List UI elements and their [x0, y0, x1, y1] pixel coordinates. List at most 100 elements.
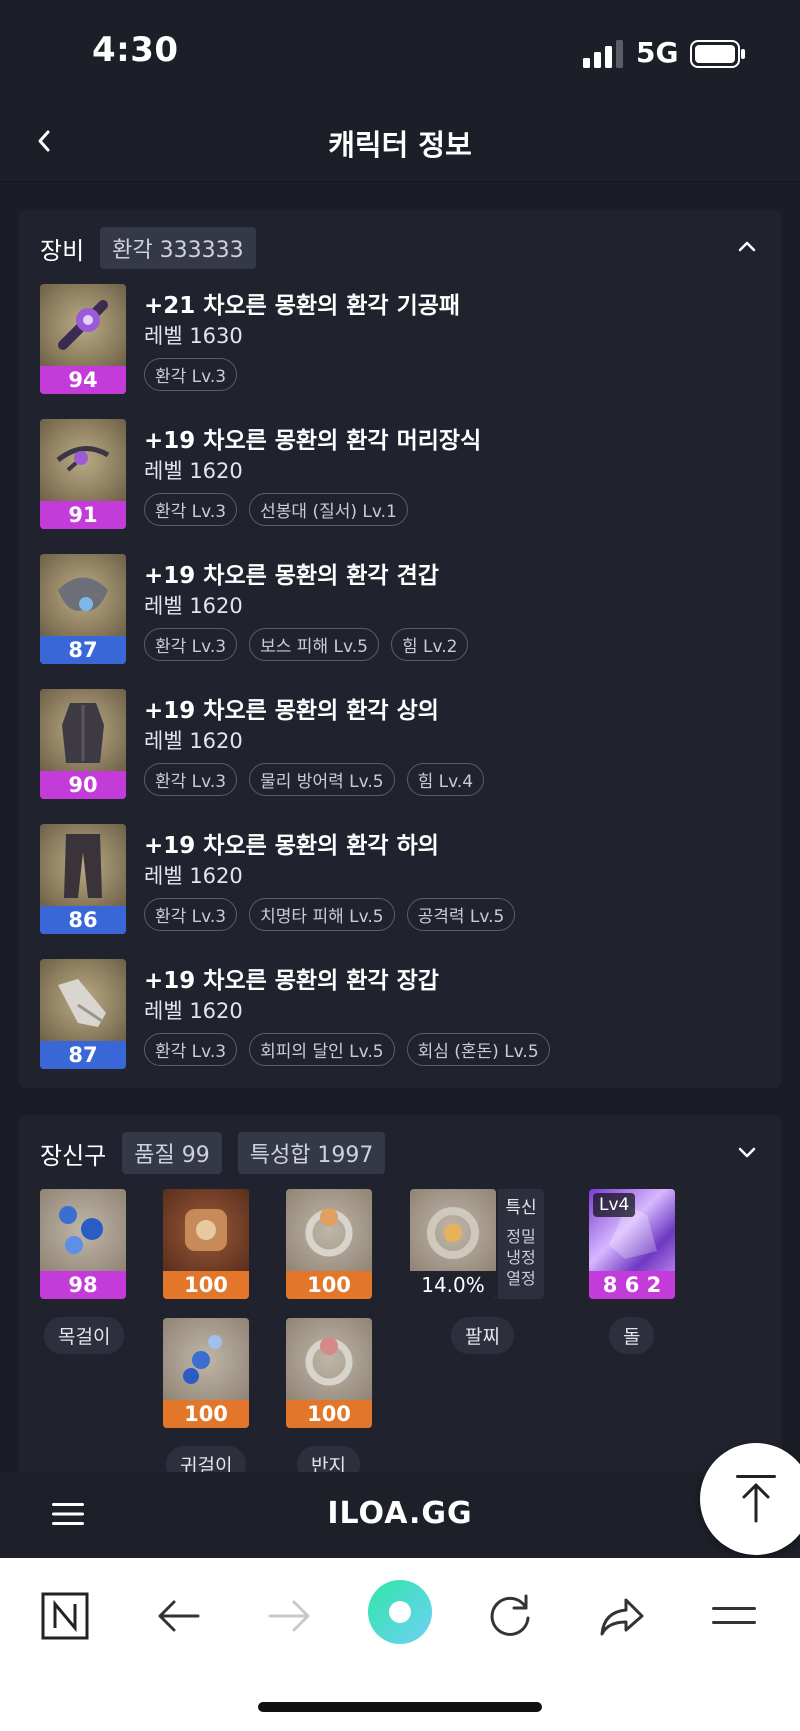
item-name: +19 차오른 몽환의 환각 견갑: [144, 563, 439, 589]
quality-badge: 94: [40, 366, 126, 394]
app-bottom-bar: ILOA.GG: [0, 1472, 800, 1558]
equipment-thumbnail: 86: [40, 824, 126, 934]
equipment-title: 장비: [40, 236, 85, 265]
quality-badge: 87: [40, 1041, 126, 1069]
stone-level: Lv4: [593, 1193, 636, 1217]
chest-armor-icon: [62, 703, 104, 763]
equipment-item-gloves[interactable]: 87 +19 차오른 몽환의 환각 장갑 레벨 1620 환각 Lv.3 회피의…: [40, 959, 760, 1071]
chevron-down-icon[interactable]: [734, 1139, 760, 1165]
refresh-icon[interactable]: [482, 1588, 538, 1644]
item-name: +19 차오른 몽환의 환각 상의: [144, 698, 439, 724]
accessory-thumbnail: 98: [40, 1189, 126, 1299]
quality-badge: 90: [40, 771, 126, 799]
back-icon[interactable]: [150, 1588, 206, 1644]
accessory-thumbnail: 100: [286, 1189, 372, 1299]
quality-badge: 91: [40, 501, 126, 529]
quality-sum-badge: 품질 99: [122, 1132, 222, 1174]
page-header: 캐릭터 정보: [0, 100, 800, 182]
accessory-ring-1[interactable]: 100: [286, 1189, 372, 1299]
forward-icon[interactable]: [262, 1588, 318, 1644]
quality-badge: 98: [40, 1271, 126, 1299]
helmet-icon: [56, 446, 110, 472]
accessory-thumbnail: 100: [286, 1318, 372, 1428]
accessories-title: 장신구: [40, 1141, 107, 1170]
equipment-item-pants[interactable]: 86 +19 차오른 몽환의 환각 하의 레벨 1620 환각 Lv.3 치명타…: [40, 824, 760, 936]
equipment-thumbnail: 90: [40, 689, 126, 799]
accessory-earring-2[interactable]: 100: [163, 1318, 249, 1428]
equipment-item-chest[interactable]: 90 +19 차오른 몽환의 환각 상의 레벨 1620 환각 Lv.3 물리 …: [40, 689, 760, 801]
quality-badge: 100: [163, 1271, 249, 1299]
bracelet-stat: 특신: [505, 1198, 537, 1218]
item-level: 레벨 1620: [144, 594, 243, 618]
accessory-thumbnail: 14.0%: [410, 1189, 496, 1299]
item-name: +19 차오른 몽환의 환각 장갑: [144, 968, 439, 994]
accessory-stone[interactable]: Lv4 8 6 2: [589, 1189, 675, 1299]
item-level: 레벨 1630: [144, 324, 243, 348]
network-type: 5G: [636, 36, 679, 69]
item-tag: 공격력 Lv.5: [406, 898, 516, 931]
necklace-label: 목걸이: [44, 1317, 125, 1354]
stone-value: 8 6 2: [589, 1271, 675, 1299]
signal-icon: [583, 40, 623, 68]
item-tag: 보스 피해 Lv.5: [249, 628, 379, 661]
item-tag: 환각 Lv.3: [144, 898, 238, 931]
share-icon[interactable]: [594, 1588, 650, 1644]
shoulder-icon: [58, 577, 108, 611]
accessory-necklace[interactable]: 98: [40, 1189, 126, 1299]
ring-icon: [305, 1208, 353, 1257]
arrow-up-icon: [736, 1475, 776, 1523]
item-tag: 환각 Lv.3: [144, 358, 238, 391]
bracelet-stats: 특신 정밀 냉정 열정: [498, 1189, 544, 1299]
accessories-header: 장신구 품질 99 특성합 1997: [40, 1132, 386, 1174]
bracelet-stat: 정밀: [506, 1227, 536, 1246]
equipment-item-shoulder[interactable]: 87 +19 차오른 몽환의 환각 견갑 레벨 1620 환각 Lv.3 보스 …: [40, 554, 760, 666]
accessory-ring-2[interactable]: 100: [286, 1318, 372, 1428]
status-bar: 4:30 5G: [0, 0, 800, 100]
item-tag: 힘 Lv.4: [406, 763, 485, 796]
item-tag: 회심 (혼돈) Lv.5: [406, 1033, 550, 1066]
menu-icon[interactable]: [706, 1588, 762, 1644]
bracelet-percent: 14.0%: [410, 1271, 496, 1299]
naver-home-icon[interactable]: [37, 1588, 93, 1644]
stats-sum-badge: 특성합 1997: [237, 1132, 386, 1174]
page-title: 캐릭터 정보: [328, 128, 472, 162]
item-tag: 치명타 피해 Lv.5: [249, 898, 395, 931]
item-tag: 환각 Lv.3: [144, 493, 238, 526]
quality-badge: 100: [286, 1271, 372, 1299]
pants-icon: [64, 834, 102, 898]
equipment-thumbnail: 91: [40, 419, 126, 529]
accessory-thumbnail: 100: [163, 1189, 249, 1299]
quality-badge: 100: [286, 1400, 372, 1428]
clock: 4:30: [92, 30, 179, 70]
earring-icon: [183, 1335, 222, 1384]
scroll-to-top-button[interactable]: [700, 1443, 800, 1555]
bracelet-stat: 냉정: [506, 1248, 536, 1267]
equipment-item-helmet[interactable]: 91 +19 차오른 몽환의 환각 머리장식 레벨 1620 환각 Lv.3 선…: [40, 419, 760, 531]
equipment-thumbnail: 94: [40, 284, 126, 394]
item-tag: 환각 Lv.3: [144, 1033, 238, 1066]
bracelet-label: 팔찌: [451, 1317, 514, 1354]
chevron-up-icon[interactable]: [734, 234, 760, 260]
necklace-icon: [59, 1206, 103, 1254]
item-level: 레벨 1620: [144, 459, 243, 483]
equipment-section: 장비 환각 333333 94 +21 차오른 몽환의 환각 기공패 레벨 16…: [18, 210, 782, 1088]
bracelet-stat: 열정: [506, 1269, 536, 1288]
equipment-item-weapon[interactable]: 94 +21 차오른 몽환의 환각 기공패 레벨 1630 환각 Lv.3: [40, 284, 760, 396]
item-name: +19 차오른 몽환의 환각 하의: [144, 833, 439, 859]
item-level: 레벨 1620: [144, 999, 243, 1023]
weapon-icon: [58, 300, 108, 350]
quality-badge: 87: [40, 636, 126, 664]
accessory-thumbnail: Lv4 8 6 2: [589, 1189, 675, 1299]
app-logo[interactable]: ILOA.GG: [0, 1496, 800, 1531]
stone-label: 돌: [609, 1317, 655, 1354]
accessory-bracelet[interactable]: 14.0%: [410, 1189, 496, 1299]
quality-badge: 100: [163, 1400, 249, 1428]
item-name: +21 차오른 몽환의 환각 기공패: [144, 293, 461, 319]
item-tag: 선봉대 (질서) Lv.1: [249, 493, 408, 526]
item-tag: 환각 Lv.3: [144, 763, 238, 796]
bracelet-icon: [427, 1207, 479, 1259]
item-tag: 물리 방어력 Lv.5: [249, 763, 395, 796]
accessory-earring-1[interactable]: 100: [163, 1189, 249, 1299]
green-dot-icon[interactable]: [366, 1578, 434, 1646]
home-indicator: [258, 1702, 542, 1712]
